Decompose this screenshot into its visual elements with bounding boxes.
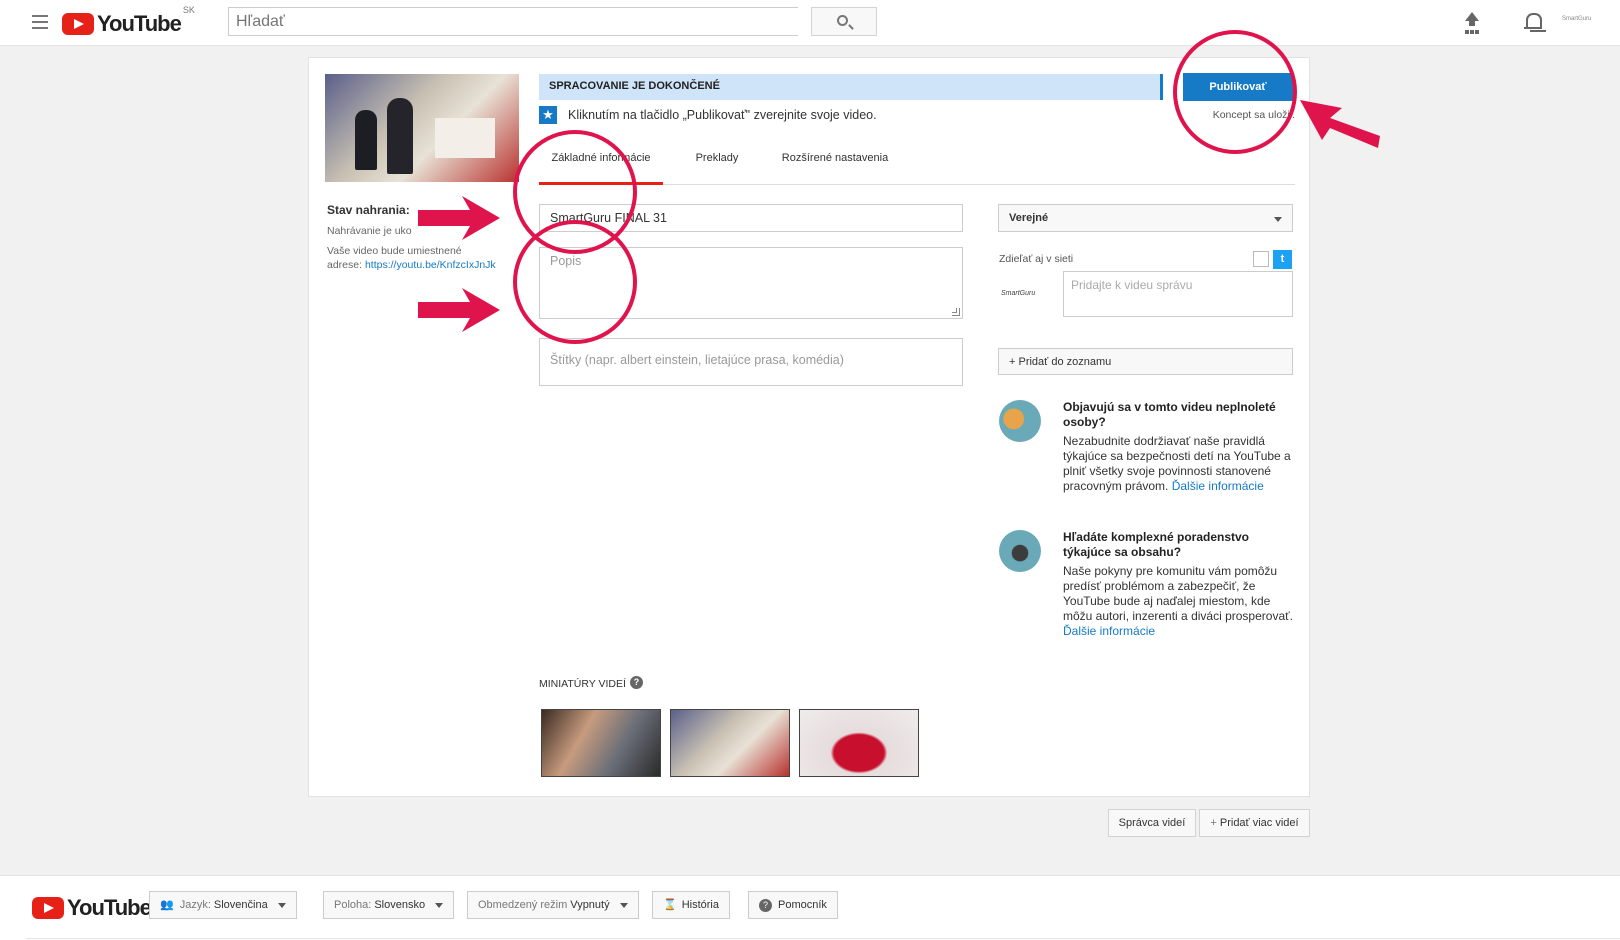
- thumbnail-option[interactable]: [541, 709, 661, 777]
- add-to-playlist-button[interactable]: + Pridať do zoznamu: [998, 348, 1293, 375]
- chevron-down-icon: [1274, 217, 1282, 222]
- plus-icon: +: [1210, 817, 1220, 829]
- footer: YouTube 👥 Jazyk: Slovenčina Poloha: Slov…: [0, 875, 1620, 940]
- search-button[interactable]: [811, 7, 877, 36]
- thumbnail-option[interactable]: [670, 709, 790, 777]
- add-more-videos-button[interactable]: + Pridať viac videí: [1199, 809, 1310, 837]
- language-selector[interactable]: 👥 Jazyk: Slovenčina: [149, 891, 297, 919]
- upload-status: Stav nahrania: Nahrávanie je uko Vaše vi…: [327, 203, 517, 272]
- share-label: Zdieľať aj v sieti: [999, 253, 1074, 265]
- kids-illustration-icon: [999, 400, 1041, 442]
- notifications-bell-icon[interactable]: [1524, 12, 1542, 32]
- masthead: YouTube SK SmartGuru: [0, 0, 1620, 46]
- privacy-select[interactable]: Verejné: [998, 204, 1293, 232]
- chevron-down-icon: [277, 902, 286, 908]
- tags-input[interactable]: Štítky (napr. albert einstein, lietajúce…: [539, 338, 963, 386]
- account-avatar[interactable]: SmartGuru: [1562, 16, 1591, 22]
- hourglass-icon: ⌛: [663, 899, 677, 911]
- info-minors: Objavujú sa v tomto videu neplnoleté oso…: [999, 400, 1299, 520]
- footer-youtube-logo[interactable]: YouTube: [32, 895, 152, 921]
- upload-card: Stav nahrania: Nahrávanie je uko Vaše vi…: [308, 57, 1310, 797]
- tab-bar: Základné informácie Preklady Rozšírené n…: [539, 138, 1295, 185]
- upload-status-title: Stav nahrania:: [327, 203, 410, 217]
- upload-status-text: Nahrávanie je uko: [327, 225, 412, 237]
- thumbnails-label: MINIATÚRY VIDEÍ ?: [539, 675, 643, 690]
- description-input[interactable]: Popis: [539, 247, 963, 319]
- guidance-illustration-icon: [999, 530, 1041, 572]
- location-selector[interactable]: Poloha: Slovensko: [323, 891, 455, 919]
- restricted-mode-selector[interactable]: Obmedzený režim Vypnutý: [467, 891, 639, 919]
- twitter-icon[interactable]: t: [1273, 250, 1292, 269]
- learn-more-link[interactable]: Ďalšie informácie: [1172, 479, 1264, 493]
- publish-hint: ★ Kliknutím na tlačidlo „Publikovať" zve…: [539, 106, 877, 124]
- channel-logo: SmartGuru: [1001, 290, 1036, 297]
- help-button[interactable]: ? Pomocník: [748, 891, 838, 919]
- chevron-down-icon: [619, 902, 628, 908]
- chevron-down-icon: [435, 902, 444, 908]
- learn-more-link[interactable]: Ďalšie informácie: [1063, 624, 1155, 638]
- youtube-play-icon: [62, 13, 94, 35]
- video-preview-image: [325, 74, 519, 182]
- youtube-logo[interactable]: YouTube SK: [62, 5, 195, 37]
- video-manager-button[interactable]: Správca videí: [1108, 809, 1196, 837]
- help-icon[interactable]: ?: [629, 675, 643, 689]
- title-input[interactable]: SmartGuru FINAL 31: [539, 204, 963, 232]
- tab-advanced-settings[interactable]: Rozšírené nastavenia: [775, 138, 895, 185]
- tab-basic-info[interactable]: Základné informácie: [539, 138, 663, 185]
- region-label: SK: [182, 5, 195, 15]
- youtube-play-icon: [32, 897, 64, 919]
- tab-translations[interactable]: Preklady: [687, 138, 747, 185]
- footer-divider: [26, 938, 1620, 939]
- publish-button[interactable]: Publikovať: [1183, 73, 1293, 101]
- help-circle-icon: ?: [759, 898, 772, 912]
- info-guidelines: Hľadáte komplexné poradenstvo týkajúce s…: [999, 530, 1299, 660]
- search-input[interactable]: [228, 7, 798, 36]
- menu-icon[interactable]: [32, 15, 48, 29]
- star-icon: ★: [539, 106, 557, 124]
- thumbnail-option[interactable]: [799, 709, 919, 777]
- upload-icon[interactable]: [1464, 12, 1480, 32]
- draft-saved-status: Koncept sa uložil.: [1212, 109, 1295, 121]
- annotation-arrow-publish: [1300, 100, 1380, 148]
- search-icon: [837, 15, 848, 26]
- language-icon: 👥: [160, 899, 174, 911]
- video-location-text: Vaše video bude umiestnené adrese: https…: [327, 245, 496, 271]
- share-message-input[interactable]: Pridajte k videu správu: [1063, 271, 1293, 317]
- video-url-link[interactable]: https://youtu.be/KnfzcIxJnJk: [365, 259, 496, 271]
- history-button[interactable]: ⌛ História: [652, 891, 730, 919]
- resize-handle-icon[interactable]: [952, 308, 960, 316]
- processing-status-bar: SPRACOVANIE JE DOKONČENÉ: [539, 74, 1163, 100]
- share-checkbox[interactable]: [1253, 251, 1269, 267]
